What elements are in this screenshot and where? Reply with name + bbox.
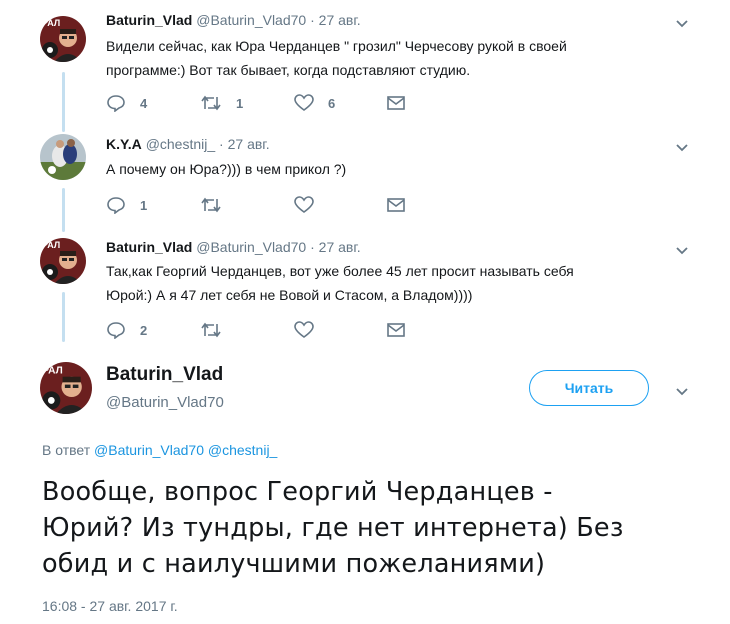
tweet-text-line: Юрой:) А я 47 лет себя не Вовой и Стасом… xyxy=(106,287,473,303)
svg-text:РАЛ: РАЛ xyxy=(42,240,60,250)
main-author-name[interactable]: Baturin_Vlad xyxy=(106,364,223,386)
avatar[interactable] xyxy=(40,134,86,180)
message-button[interactable] xyxy=(386,319,406,341)
tweet-text-line: Так,как Георгий Черданцев, вот уже более… xyxy=(106,263,574,279)
author-name[interactable]: Baturin_Vlad xyxy=(106,239,192,255)
main-tweet-text-line: Вообще, вопрос Георгий Черданцев - xyxy=(42,477,553,507)
reply-icon xyxy=(107,95,125,112)
retweet-icon xyxy=(201,322,221,338)
chevron-down-icon[interactable] xyxy=(674,15,690,31)
author-handle[interactable]: @Baturin_Vlad70 xyxy=(196,239,306,255)
reply-button[interactable]: 4 xyxy=(106,92,147,114)
retweet-button[interactable]: 1 xyxy=(200,92,243,114)
reply-button[interactable]: 2 xyxy=(106,319,147,341)
heart-icon xyxy=(294,196,314,213)
retweet-icon xyxy=(201,197,221,213)
author-name[interactable]: K.Y.A xyxy=(106,136,142,152)
avatar[interactable]: РАЛ xyxy=(40,238,86,284)
reply-count: 4 xyxy=(140,95,148,111)
author-handle[interactable]: @Baturin_Vlad70 xyxy=(196,12,306,28)
tweet-text: Так,как Георгий Черданцев, вот уже более… xyxy=(106,259,666,307)
like-count: 6 xyxy=(328,95,336,111)
main-author-handle[interactable]: @Baturin_Vlad70 xyxy=(106,394,224,411)
retweet-count: 1 xyxy=(236,95,244,111)
chevron-down-icon[interactable] xyxy=(674,383,690,399)
chevron-down-icon[interactable] xyxy=(674,242,690,258)
main-avatar[interactable]: РАЛ xyxy=(40,362,92,414)
svg-text:РАЛ: РАЛ xyxy=(42,365,62,376)
like-button[interactable] xyxy=(294,194,328,216)
main-tweet-text: Вообще, вопрос Георгий Черданцев - Юрий?… xyxy=(42,474,682,582)
reply-icon xyxy=(107,322,125,339)
reply-prefix: В ответ xyxy=(42,442,91,458)
svg-text:РАЛ: РАЛ xyxy=(42,18,60,28)
separator: · xyxy=(219,136,224,152)
author-name[interactable]: Baturin_Vlad xyxy=(106,12,192,28)
reply-count: 1 xyxy=(140,197,148,213)
tweet-text: А почему он Юра?))) в чем прикол ?) xyxy=(106,157,666,181)
separator: · xyxy=(310,239,315,255)
tweet-timestamp[interactable]: 16:08 - 27 авг. 2017 г. xyxy=(42,598,178,614)
follow-button[interactable]: Читать xyxy=(529,370,649,406)
author-handle[interactable]: @chestnij_ xyxy=(146,136,215,152)
separator: · xyxy=(310,12,315,28)
reply-mention-link[interactable]: @chestnij_ xyxy=(208,442,277,458)
tweet-text-line: А почему он Юра?))) в чем прикол ?) xyxy=(106,161,347,177)
main-tweet-text-line: Юрий? Из тундры, где нет интернета) Без xyxy=(42,513,624,543)
reply-mention-link[interactable]: @Baturin_Vlad70 xyxy=(94,442,204,458)
reply-count: 2 xyxy=(140,322,148,338)
retweet-button[interactable] xyxy=(200,194,236,216)
chevron-down-icon[interactable] xyxy=(674,139,690,155)
envelope-icon xyxy=(387,198,405,212)
reply-button[interactable]: 1 xyxy=(106,194,147,216)
like-button[interactable] xyxy=(294,319,328,341)
tweet-2[interactable]: K.Y.A @chestnij_ · 27 авг. А почему он Ю… xyxy=(0,124,730,224)
retweet-icon xyxy=(201,95,221,111)
tweet-date[interactable]: 27 авг. xyxy=(319,12,361,28)
tweet-text-line: Видели сейчас, как Юра Черданцев " грози… xyxy=(106,38,567,54)
heart-icon xyxy=(294,94,314,111)
message-button[interactable] xyxy=(386,92,406,114)
envelope-icon xyxy=(387,96,405,110)
tweet-date[interactable]: 27 авг. xyxy=(319,239,361,255)
tweet-1[interactable]: РАЛ Baturin_Vlad @Baturin_Vlad70 · 27 ав… xyxy=(0,0,730,120)
tweet-text: Видели сейчас, как Юра Черданцев " грози… xyxy=(106,34,666,82)
tweet-3[interactable]: РАЛ Baturin_Vlad @Baturin_Vlad70 · 27 ав… xyxy=(0,228,730,348)
reply-context: В ответ @Baturin_Vlad70 @chestnij_ xyxy=(42,442,277,458)
heart-icon xyxy=(294,321,314,338)
reply-icon xyxy=(107,197,125,214)
main-tweet-text-line: обид и с наилучшими пожеланиями) xyxy=(42,549,546,579)
tweet-text-line: программе:) Вот так бывает, когда подста… xyxy=(106,62,471,78)
avatar[interactable]: РАЛ xyxy=(40,16,86,62)
retweet-button[interactable] xyxy=(200,319,236,341)
message-button[interactable] xyxy=(386,194,406,216)
tweet-date[interactable]: 27 авг. xyxy=(228,136,270,152)
envelope-icon xyxy=(387,323,405,337)
like-button[interactable]: 6 xyxy=(294,92,335,114)
